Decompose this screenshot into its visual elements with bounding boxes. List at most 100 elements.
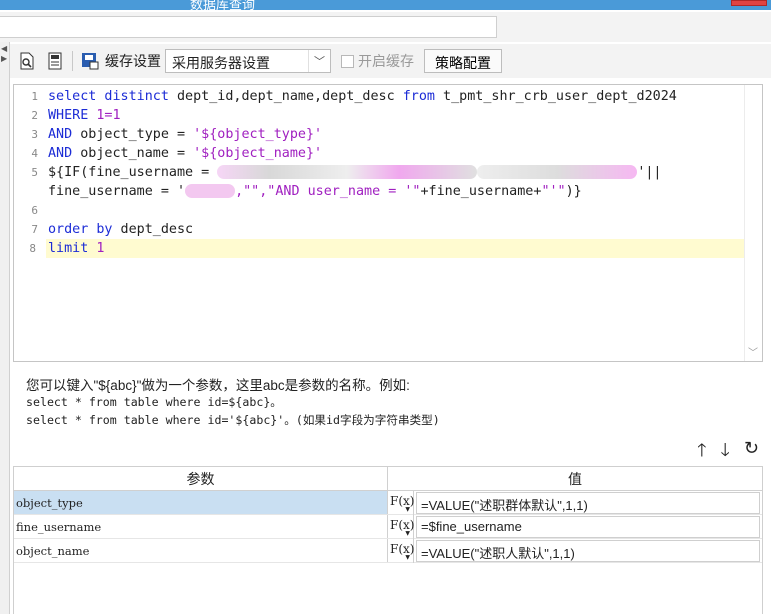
code-line: 2 WHERE 1=1 [31,106,744,125]
move-up-icon[interactable]: 🡑 [697,438,706,468]
sql-editor[interactable]: 1 select distinct dept_id,dept_name,dept_… [13,84,763,362]
line-number: 2 [31,109,38,122]
code-line: 4 AND object_name = '${object_name}' [31,144,744,163]
move-down-icon[interactable]: 🡓 [721,438,730,468]
enable-cache-label: 开启缓存 [358,53,414,69]
column-header-value[interactable]: 值 [388,467,762,490]
code-text: dept_id,dept_name,dept_desc [168,89,403,104]
window-title: 数据库查询 [190,0,256,10]
scroll-down-icon[interactable]: ﹀ [748,344,758,359]
table-row[interactable]: fine_username F(x) ▼ =$fine_username [14,514,762,539]
formula-label: F(x) [390,541,415,556]
collapse-left-icon[interactable]: ◀ [1,44,7,53]
param-name: fine_username [14,515,388,538]
param-value-cell: F(x) ▼ =VALUE("述职群体默认",1,1) [388,490,762,515]
line-number: 4 [31,147,38,160]
code-string: "'" [541,184,566,199]
code-text: object_type = [72,127,194,142]
keyword: from [402,89,435,104]
param-value-cell: F(x) ▼ =$fine_username [388,514,762,539]
preview-icon[interactable] [16,50,38,72]
line-number: 1 [31,90,38,103]
redacted-text [477,165,638,179]
param-value-input[interactable]: =VALUE("述职人默认",1,1) [416,539,760,562]
query-toolbar: 缓存设置 采用服务器设置 ﹀ 开启缓存 策略配置 [10,44,771,78]
dropdown-icon: ▼ [405,553,410,561]
formula-icon[interactable]: F(x) ▼ [388,514,415,539]
parameter-table: 参数 值 object_type F(x) ▼ =VALUE("述职群体默认",1… [13,466,763,614]
param-name: object_type [14,491,388,514]
param-name: object_name [14,539,388,562]
code-text: dept_desc [112,222,194,237]
editor-scrollbar[interactable]: ﹀ [744,85,762,361]
chevron-down-icon[interactable]: ﹀ [308,50,330,72]
code-text: t_pmt_shr_crb_user_dept_d2024 [434,89,677,104]
dataset-name-row [0,12,771,42]
code-line: 3 AND object_type = '${object_type}' [31,125,744,144]
dropdown-icon: ▼ [405,505,410,513]
param-order-controls: 🡑 🡓 ↻ [697,438,759,468]
keyword: AND [48,146,73,161]
keyword: select distinct [48,89,169,104]
parameter-hint: 您可以键入"${abc}"做为一个参数，这里abc是参数的名称。例如: sele… [26,374,756,430]
code-string: ,"","AND user_name = '" [235,184,421,199]
redacted-text [217,165,478,179]
code-text: '|| [637,165,662,180]
code-line: 5 ${IF(fine_username = '|| [31,163,744,182]
code-text: fine_username = ' [48,184,186,199]
cache-settings-icon [79,50,101,72]
table-header: 参数 值 [14,467,762,491]
formula-label: F(x) [390,493,415,508]
code-line: fine_username = ' ,"","AND user_name = '"… [48,182,744,201]
formula-icon[interactable]: F(x) ▼ [388,490,415,515]
strategy-config-button[interactable]: 策略配置 [424,49,502,73]
dropdown-icon: ▼ [405,529,410,537]
table-row[interactable]: object_type F(x) ▼ =VALUE("述职群体默认",1,1) [14,490,762,515]
code-text: ${IF(fine_username = [48,165,218,180]
keyword: limit [48,241,89,256]
code-number: 1 [88,241,105,256]
code-line: 6 [31,201,744,220]
line-number: 6 [31,204,38,217]
param-value-cell: F(x) ▼ =VALUE("述职人默认",1,1) [388,538,762,563]
code-line-current: 8 limit 1 [29,239,762,258]
database-icon[interactable] [44,50,66,72]
line-number: 3 [31,128,38,141]
redacted-text [185,184,236,198]
code-text: )} [565,184,582,199]
title-bar: 数据库查询 [0,0,771,10]
close-button[interactable] [731,0,767,6]
code-string: '${object_name}' [193,146,323,161]
column-header-param[interactable]: 参数 [14,467,388,490]
line-number: 7 [31,223,38,236]
enable-cache-checkbox[interactable] [341,54,354,68]
left-collapse-gutter[interactable]: ◀ ▶ [0,42,10,614]
enable-cache-toggle[interactable]: 开启缓存 [341,51,414,71]
hint-line: 您可以键入"${abc}"做为一个参数，这里abc是参数的名称。例如: [26,378,410,393]
toolbar-separator [72,51,73,71]
cache-mode-value: 采用服务器设置 [172,55,270,71]
keyword: WHERE [48,108,89,123]
param-value-input[interactable]: =$fine_username [416,515,760,538]
table-row[interactable]: object_name F(x) ▼ =VALUE("述职人默认",1,1) [14,538,762,563]
line-number: 8 [29,242,36,255]
hint-example: select * from table where id='${abc}'。(如… [26,413,440,427]
code-text: object_name = [72,146,194,161]
sql-code[interactable]: 1 select distinct dept_id,dept_name,dept_… [29,87,762,258]
line-number: 5 [31,166,38,179]
cache-settings-label: 缓存设置 [105,53,161,69]
expand-right-icon[interactable]: ▶ [1,54,7,63]
keyword: AND [48,127,73,142]
refresh-icon[interactable]: ↻ [744,438,759,468]
dataset-name-input[interactable] [0,16,497,38]
formula-icon[interactable]: F(x) ▼ [388,538,415,563]
code-string: '${object_type}' [193,127,323,142]
code-number: 1=1 [88,108,121,123]
formula-label: F(x) [390,517,415,532]
hint-example: select * from table where id=${abc}。 [26,395,282,409]
code-line: 1 select distinct dept_id,dept_name,dept_… [31,87,744,106]
param-value-input[interactable]: =VALUE("述职群体默认",1,1) [416,491,760,514]
code-line: 7 order by dept_desc [31,220,744,239]
cache-mode-select[interactable]: 采用服务器设置 ﹀ [165,49,331,73]
keyword: order by [48,222,113,237]
